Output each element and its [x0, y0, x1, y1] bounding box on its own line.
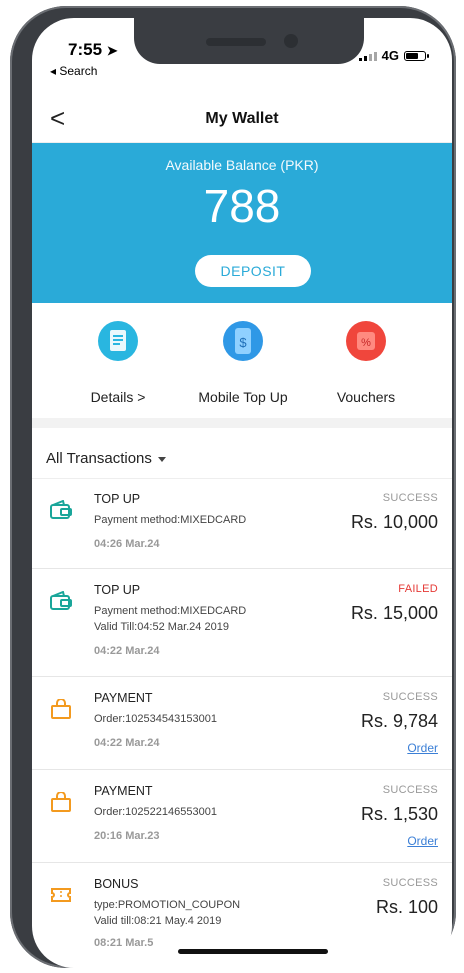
signal-icon: [358, 51, 377, 61]
voucher-icon: %: [346, 321, 386, 361]
transaction-amount: Rs. 9,784: [360, 711, 438, 731]
filter-label: All Transactions: [46, 450, 166, 467]
wallet-icon: [50, 499, 72, 520]
svg-text:$: $: [239, 335, 247, 350]
status-time: 7:55 ➤: [68, 40, 118, 60]
document-icon: [98, 321, 138, 361]
battery-icon: [404, 50, 429, 61]
shopping-bag-icon: [50, 791, 72, 812]
network-type: 4G: [381, 48, 399, 63]
balance-card: Available Balance (PKR) 788 DEPOSIT: [32, 143, 452, 303]
balance-label: Available Balance (PKR): [165, 157, 319, 173]
transaction-row[interactable]: PAYMENT Order:102534543153001 04:22 Mar.…: [32, 677, 452, 770]
details-action[interactable]: Details >: [48, 321, 188, 405]
order-link[interactable]: Order: [407, 741, 438, 755]
transaction-amount: Rs. 1,530: [360, 804, 438, 824]
back-to-search-link[interactable]: ◂ Search: [50, 64, 97, 78]
coupon-icon: [50, 885, 72, 905]
transaction-type: TOP UP: [94, 492, 141, 506]
transaction-detail: Payment method:MIXEDCARD: [94, 514, 247, 526]
transaction-amount: Rs. 100: [375, 897, 438, 917]
network-indicator: 4G: [358, 48, 429, 63]
transaction-row[interactable]: PAYMENT Order:102522146553001 20:16 Mar.…: [32, 770, 452, 863]
transaction-time: 20:16 Mar.23: [94, 830, 160, 842]
wallet-icon: [50, 590, 72, 611]
screen: 7:55 ➤ ◂ Search 4G < My Wallet Available…: [32, 18, 452, 968]
transaction-detail: Payment method:MIXEDCARD: [94, 605, 247, 617]
transaction-amount: Rs. 15,000: [350, 603, 438, 623]
transaction-detail: Order:102522146553001: [94, 806, 217, 818]
phone-frame: 7:55 ➤ ◂ Search 4G < My Wallet Available…: [10, 6, 456, 968]
home-indicator[interactable]: [178, 949, 328, 954]
section-divider: [32, 418, 452, 428]
transaction-detail: Order:102534543153001: [94, 713, 217, 725]
svg-text:%: %: [361, 337, 371, 349]
speaker-grille: [206, 38, 266, 46]
vouchers-action[interactable]: % Vouchers: [296, 321, 436, 405]
transaction-row[interactable]: BONUS type:PROMOTION_COUPON Valid till:0…: [32, 863, 452, 963]
details-label: Details >: [90, 389, 146, 405]
transaction-status: SUCCESS: [382, 877, 438, 889]
order-link[interactable]: Order: [407, 834, 438, 848]
transaction-row[interactable]: TOP UP Payment method:MIXEDCARD Valid Ti…: [32, 569, 452, 677]
camera-icon: [284, 34, 298, 48]
transaction-type: TOP UP: [94, 583, 141, 597]
transaction-type: BONUS: [94, 877, 139, 891]
transaction-row[interactable]: TOP UP Payment method:MIXEDCARD 04:26 Ma…: [32, 478, 452, 569]
transaction-amount: Rs. 10,000: [350, 512, 438, 532]
transaction-status: FAILED: [398, 583, 438, 595]
status-time-text: 7:55: [68, 40, 103, 59]
transactions-filter[interactable]: All Transactions: [32, 436, 452, 479]
transaction-validity: Valid till:08:21 May.4 2019: [94, 915, 222, 927]
transactions-list: TOP UP Payment method:MIXEDCARD 04:26 Ma…: [32, 478, 452, 963]
transaction-validity: Valid Till:04:52 Mar.24 2019: [94, 621, 229, 633]
mobile-top-up-label: Mobile Top Up: [198, 389, 288, 405]
quick-actions: Details > $ Mobile Top Up % Vouchers: [32, 303, 452, 418]
transaction-time: 04:26 Mar.24: [94, 538, 160, 550]
transaction-type: PAYMENT: [94, 691, 153, 705]
nav-bar: < My Wallet: [32, 98, 452, 143]
transaction-detail: type:PROMOTION_COUPON: [94, 899, 241, 911]
mobile-topup-icon: $: [223, 321, 263, 361]
transaction-time: 04:22 Mar.24: [94, 737, 160, 749]
location-arrow-icon: ➤: [106, 43, 118, 58]
transaction-time: 04:22 Mar.24: [94, 645, 160, 657]
transaction-status: SUCCESS: [382, 492, 438, 504]
transaction-time: 08:21 Mar.5: [94, 937, 154, 949]
page-title: My Wallet: [205, 110, 279, 127]
deposit-button[interactable]: DEPOSIT: [195, 255, 311, 287]
transaction-status: SUCCESS: [382, 784, 438, 796]
shopping-bag-icon: [50, 698, 72, 719]
mobile-top-up-action[interactable]: $ Mobile Top Up: [173, 321, 313, 405]
vouchers-label: Vouchers: [336, 389, 396, 405]
filter-text: All Transactions: [46, 450, 152, 467]
transaction-status: SUCCESS: [382, 691, 438, 703]
caret-down-icon: [157, 456, 166, 462]
notch: [134, 18, 364, 64]
balance-amount: 788: [203, 180, 281, 232]
transaction-type: PAYMENT: [94, 784, 153, 798]
